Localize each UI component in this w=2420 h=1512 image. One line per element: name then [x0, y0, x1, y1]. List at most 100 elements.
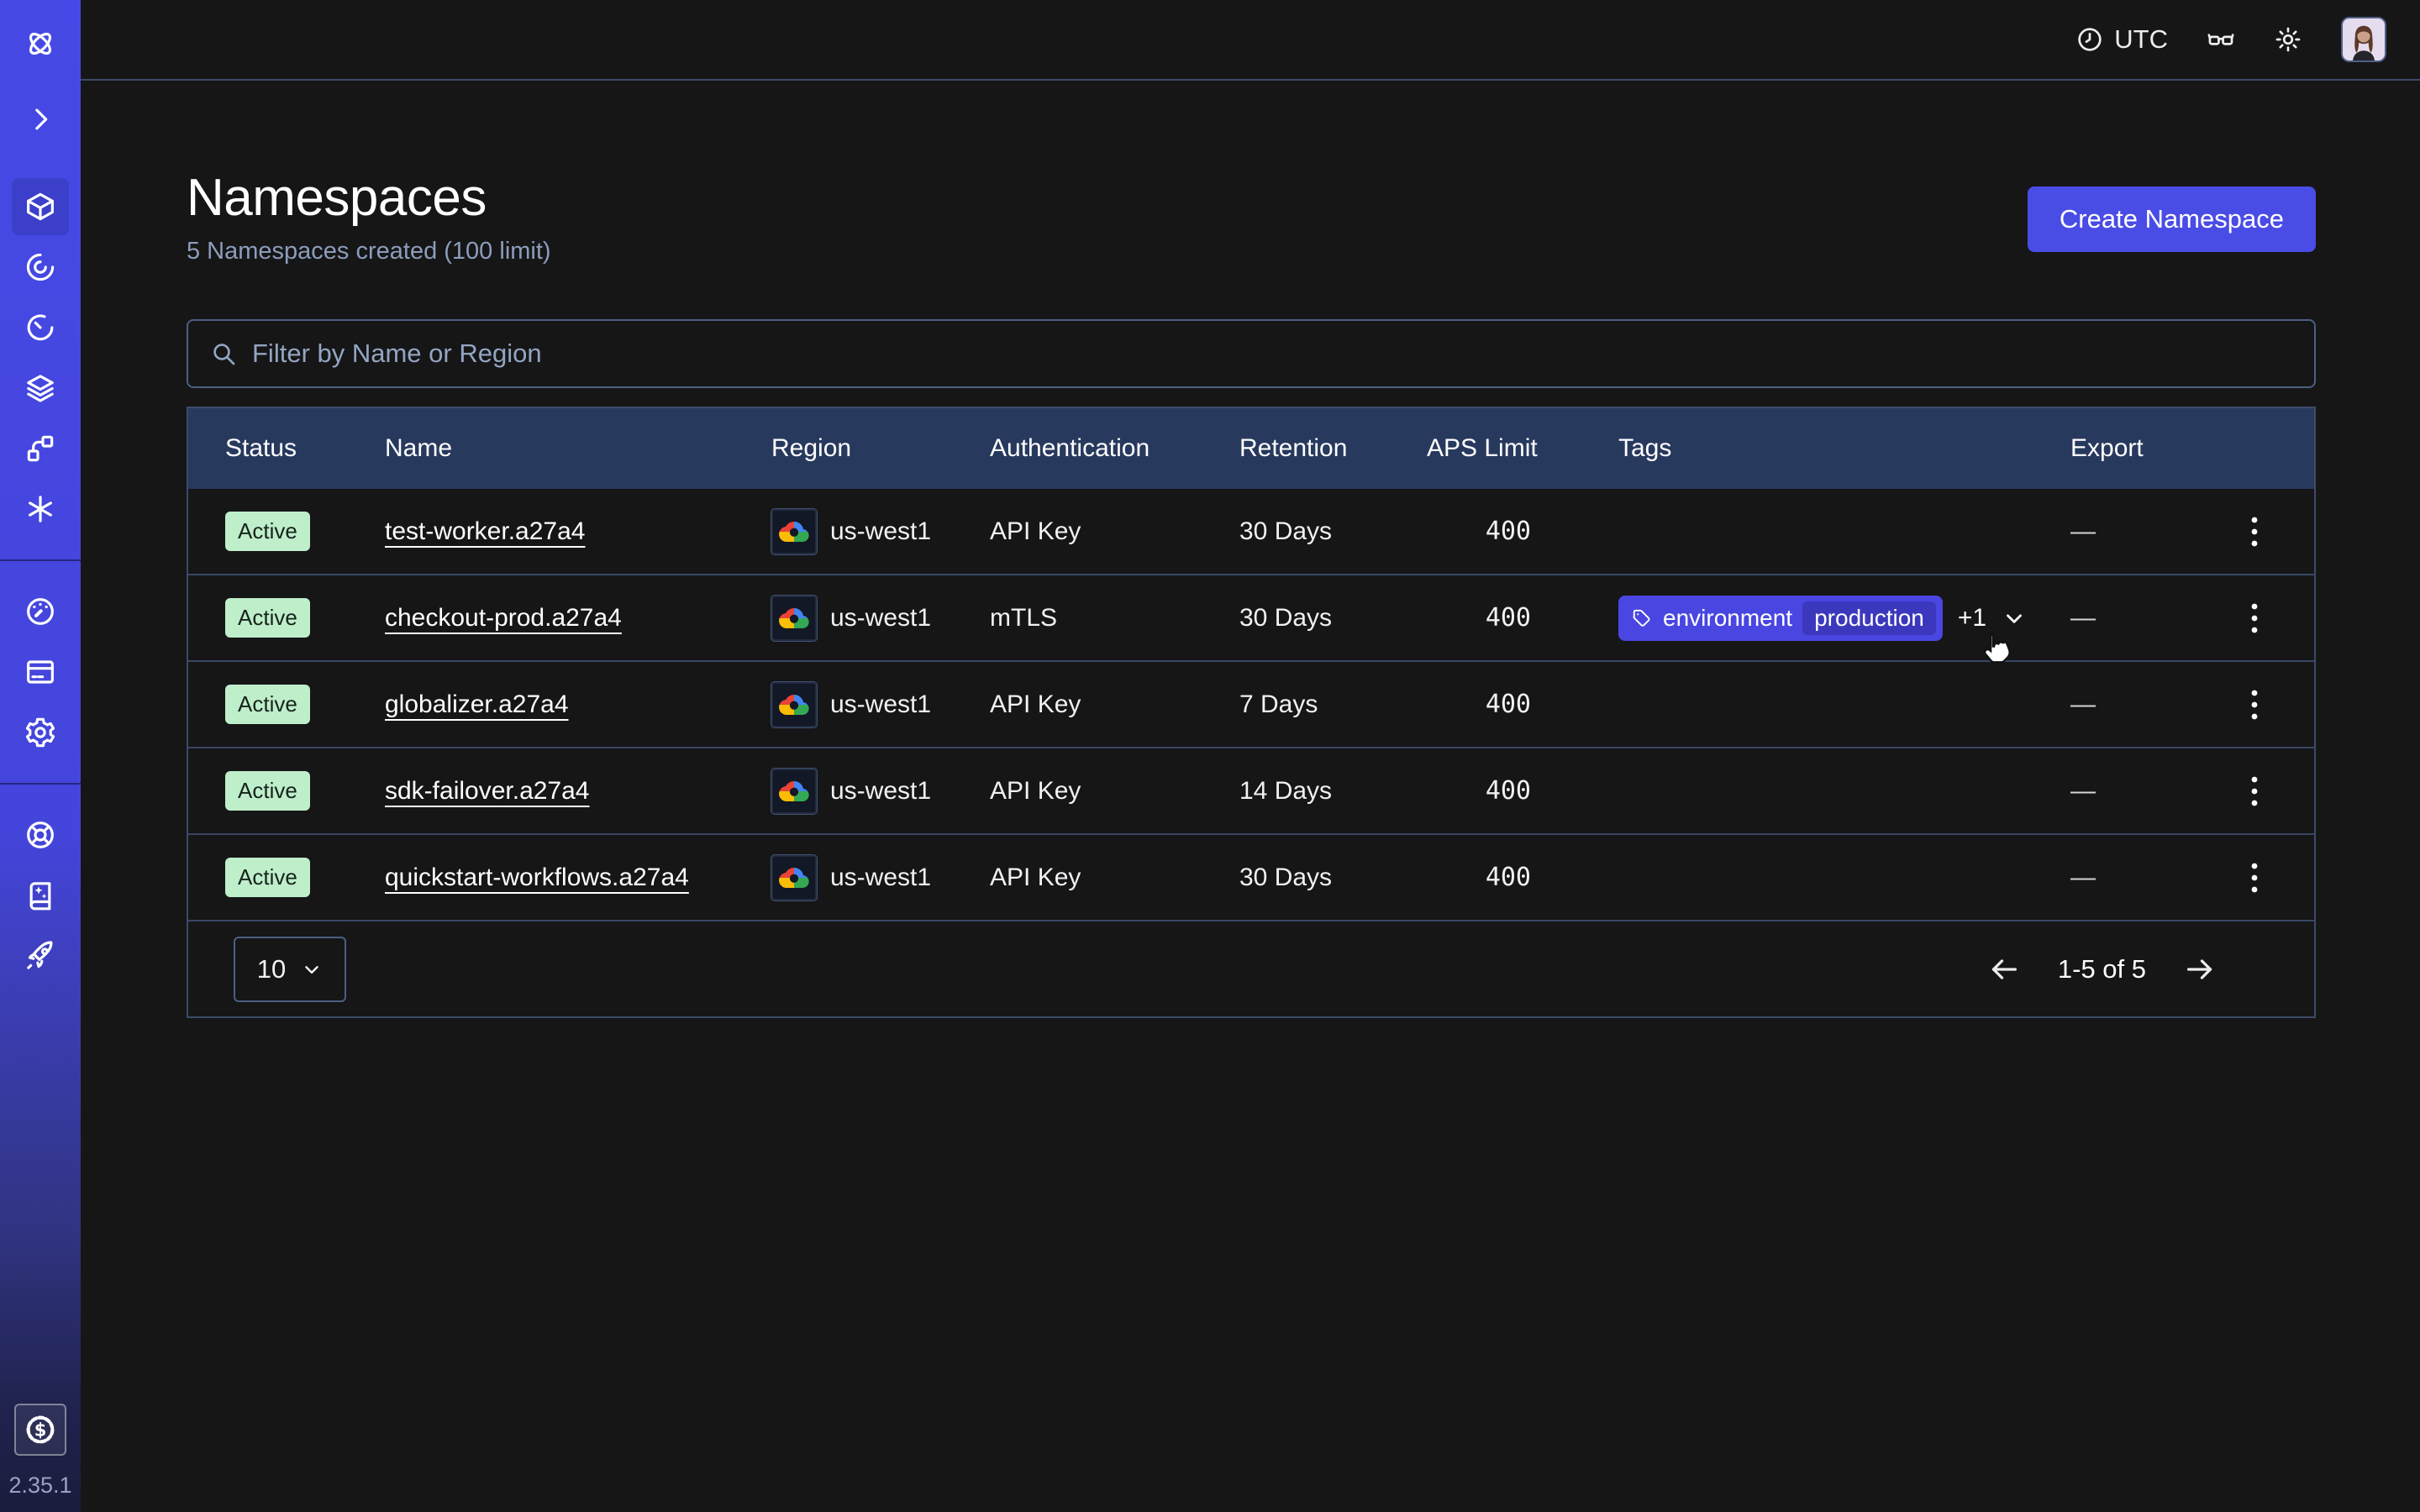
aps-limit-cell: 400	[1427, 517, 1618, 546]
pagination-range: 1-5 of 5	[2058, 954, 2146, 984]
branch-icon	[24, 432, 57, 465]
row-menu-button[interactable]	[2244, 769, 2265, 813]
tag-pill[interactable]: environment production	[1618, 596, 1943, 641]
namespace-link[interactable]: quickstart-workflows.a27a4	[385, 864, 689, 891]
region-cell: us-west1	[771, 596, 990, 641]
export-cell: —	[2070, 604, 2195, 633]
column-header-export: Export	[2070, 434, 2195, 463]
sidebar-item-nexus[interactable]	[12, 420, 69, 477]
sun-icon	[2274, 25, 2302, 54]
topbar: UTC	[81, 0, 2420, 81]
sidebar: $ 2.35.1	[0, 0, 81, 1512]
row-menu-button[interactable]	[2244, 596, 2265, 640]
sidebar-item-support[interactable]	[12, 806, 69, 864]
sidebar-item-settings[interactable]	[12, 704, 69, 761]
namespace-link[interactable]: checkout-prod.a27a4	[385, 604, 622, 632]
page-size-value: 10	[257, 954, 286, 984]
status-badge: Active	[225, 598, 310, 638]
page-size-select[interactable]: 10	[234, 937, 346, 1002]
region-cell: us-west1	[771, 855, 990, 900]
tags-cell: environment production +1	[1618, 596, 2070, 641]
table-row[interactable]: Active checkout-prod.a27a4 us-west1	[188, 575, 2314, 662]
kebab-menu-icon	[2249, 861, 2260, 895]
retention-cell: 30 Days	[1239, 864, 1427, 892]
namespace-link[interactable]: globalizer.a27a4	[385, 690, 569, 718]
namespace-link[interactable]: test-worker.a27a4	[385, 517, 585, 545]
credits-button[interactable]: $	[14, 1404, 66, 1456]
app-version: 2.35.1	[8, 1473, 71, 1499]
auth-cell: API Key	[990, 864, 1239, 892]
export-cell: —	[2070, 864, 2195, 892]
retention-cell: 30 Days	[1239, 604, 1427, 633]
sidebar-item-docs[interactable]	[12, 867, 69, 924]
svg-text:$: $	[34, 1420, 47, 1440]
sidebar-divider	[0, 783, 81, 785]
avatar[interactable]	[2341, 17, 2386, 62]
tag-more-count: +1	[1958, 604, 1986, 633]
row-menu-button[interactable]	[2244, 856, 2265, 900]
theme-toggle-button[interactable]	[2274, 25, 2302, 54]
table-row[interactable]: Active quickstart-workflows.a27a4 us-wes…	[188, 835, 2314, 921]
dollar-badge-icon: $	[23, 1412, 58, 1447]
column-header-name: Name	[385, 434, 771, 463]
auth-cell: mTLS	[990, 604, 1239, 633]
page-subtitle: 5 Namespaces created (100 limit)	[187, 238, 551, 265]
row-menu-button[interactable]	[2244, 683, 2265, 727]
arrow-right-icon	[2183, 953, 2217, 986]
kebab-menu-icon	[2249, 688, 2260, 722]
sidebar-item-schedules[interactable]	[12, 299, 69, 356]
codec-server-button[interactable]	[2207, 25, 2235, 54]
kebab-menu-icon	[2249, 601, 2260, 635]
filter-search-input[interactable]	[252, 339, 2292, 369]
sidebar-item-billing[interactable]	[12, 643, 69, 701]
temporal-logo-icon	[24, 27, 57, 60]
sidebar-item-workflows[interactable]	[12, 239, 69, 296]
temporal-logo[interactable]	[12, 15, 69, 72]
column-header-status: Status	[225, 434, 385, 463]
previous-page-button[interactable]	[1987, 953, 2021, 986]
clock-icon	[2075, 25, 2104, 54]
table-header-row: Status Name Region Authentication Retent…	[188, 408, 2314, 489]
namespace-link[interactable]: sdk-failover.a27a4	[385, 777, 590, 805]
timezone-button[interactable]: UTC	[2075, 24, 2168, 55]
status-badge: Active	[225, 858, 310, 897]
auth-cell: API Key	[990, 690, 1239, 719]
column-header-aps-limit: APS Limit	[1427, 434, 1618, 463]
tags-expand-button[interactable]	[2002, 606, 2027, 631]
region-label: us-west1	[830, 604, 931, 633]
arrow-left-icon	[1987, 953, 2021, 986]
search-icon	[210, 340, 237, 367]
spiral-icon	[24, 250, 57, 284]
table-row[interactable]: Active test-worker.a27a4 us-west1 A	[188, 489, 2314, 575]
chevron-down-icon	[301, 958, 323, 980]
sidebar-item-getting-started[interactable]	[12, 927, 69, 984]
main-content: Namespaces 5 Namespaces created (100 lim…	[81, 82, 2420, 1512]
lifebuoy-icon	[24, 818, 57, 852]
region-label: us-west1	[830, 517, 931, 546]
gcp-cloud-icon	[771, 509, 817, 554]
aps-limit-cell: 400	[1427, 863, 1618, 892]
create-namespace-button[interactable]: Create Namespace	[2028, 186, 2316, 252]
sidebar-divider	[0, 559, 81, 561]
sidebar-item-usage[interactable]	[12, 583, 69, 640]
sidebar-item-deployments[interactable]	[12, 360, 69, 417]
sidebar-item-batch-operations[interactable]	[12, 480, 69, 538]
row-menu-button[interactable]	[2244, 510, 2265, 554]
table-footer: 10 1-5 of 5	[188, 921, 2314, 1016]
next-page-button[interactable]	[2183, 953, 2217, 986]
sidebar-item-namespaces[interactable]	[12, 178, 69, 235]
status-badge: Active	[225, 512, 310, 551]
table-row[interactable]: Active globalizer.a27a4 us-west1 AP	[188, 662, 2314, 748]
export-cell: —	[2070, 690, 2195, 719]
status-badge: Active	[225, 685, 310, 724]
table-row[interactable]: Active sdk-failover.a27a4 us-west1	[188, 748, 2314, 835]
sidebar-expand-button[interactable]	[12, 91, 69, 148]
chevron-down-icon	[2002, 606, 2027, 631]
region-label: us-west1	[830, 864, 931, 892]
status-badge: Active	[225, 771, 310, 811]
region-cell: us-west1	[771, 769, 990, 814]
table-body: Active test-worker.a27a4 us-west1 A	[188, 489, 2314, 921]
export-cell: —	[2070, 777, 2195, 806]
aps-limit-cell: 400	[1427, 690, 1618, 719]
column-header-region: Region	[771, 434, 990, 463]
